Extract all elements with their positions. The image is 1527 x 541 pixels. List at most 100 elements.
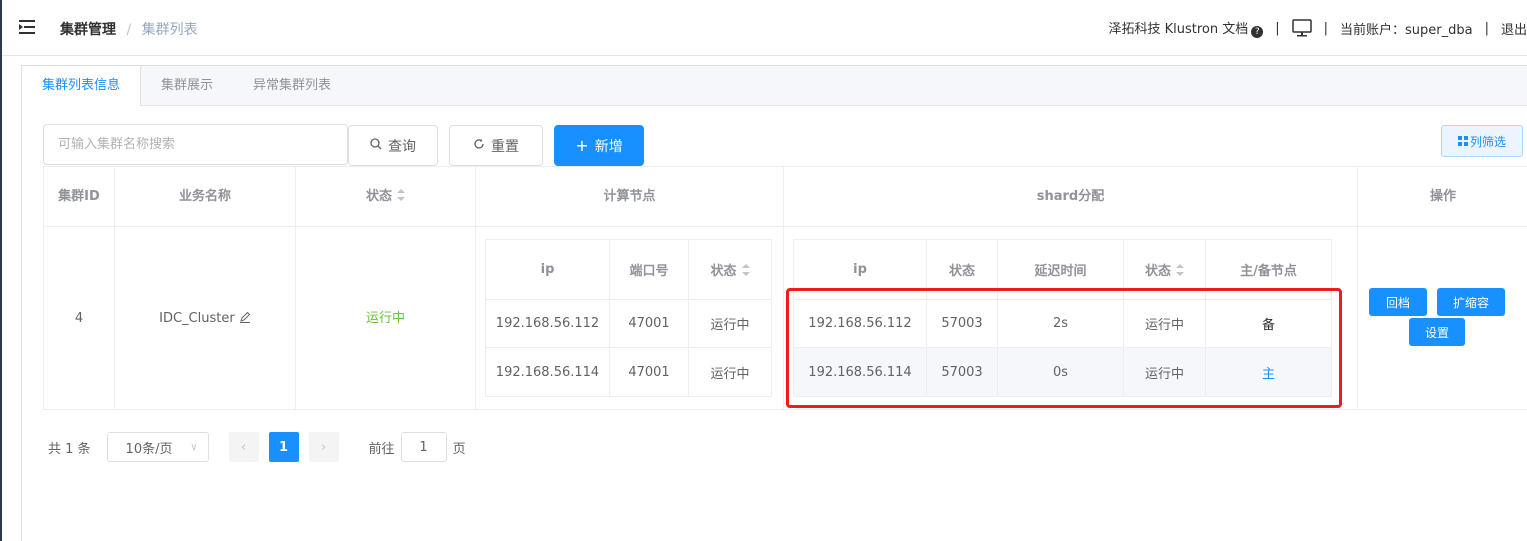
th-actions: 操作 (1358, 167, 1527, 226)
column-filter-label: 列筛选 (1469, 134, 1506, 149)
scale-button[interactable]: 扩缩容 (1437, 288, 1505, 316)
shard-th-run-status[interactable]: 状态 (1124, 240, 1206, 299)
shard-th-status: 状态 (927, 240, 998, 299)
compute-header-row: ip 端口号 状态 (486, 240, 771, 300)
shard-th-run-status-label: 状态 (1144, 264, 1171, 279)
th-business-name-label: 业务名称 (178, 189, 231, 204)
compute-status: 运行中 (710, 318, 750, 333)
shard-status: 运行中 (1124, 348, 1206, 396)
compute-th-ip: ip (486, 240, 610, 299)
shard-table: ip 状态 延迟时间 状态 主/备节点 192.168.56.112 57003… (793, 239, 1332, 397)
refresh-icon (473, 138, 485, 154)
shard-ip: 192.168.56.114 (794, 348, 927, 396)
compute-ip: 192.168.56.112 (486, 300, 610, 347)
sort-icon[interactable] (1176, 263, 1184, 276)
settings-button[interactable]: 设置 (1409, 318, 1465, 346)
prev-page-button[interactable]: ‹ (228, 432, 259, 462)
grid-icon (1457, 136, 1468, 146)
pagination: 共 1 条 10条/页 ∨ ‹ 1 › 前往 页 (48, 432, 466, 462)
shard-ip: 192.168.56.112 (794, 300, 927, 347)
shard-role: 备 (1261, 318, 1275, 333)
shard-delay: 0s (998, 348, 1124, 396)
goto-page-input[interactable] (400, 432, 447, 462)
docs-link[interactable]: 泽拓科技 Klustron 文档? (1108, 18, 1264, 38)
th-shard: shard分配 (784, 167, 1358, 226)
th-business-name: 业务名称 (115, 167, 296, 226)
th-shard-label: shard分配 (1036, 189, 1105, 204)
table-row: 192.168.56.114 47001 运行中 (486, 348, 771, 396)
shard-header-row: ip 状态 延迟时间 状态 主/备节点 (794, 240, 1331, 300)
shard-port: 57003 (927, 300, 998, 347)
shard-delay: 2s (998, 300, 1124, 347)
reset-button[interactable]: 重置 (449, 125, 543, 166)
chevron-right-icon: › (320, 439, 327, 455)
table-row: 192.168.56.114 57003 0s 运行中 主 (794, 348, 1331, 396)
breadcrumb-separator: / (126, 22, 132, 38)
shard-th-role: 主/备节点 (1240, 264, 1297, 279)
header-divider: | (1484, 20, 1489, 36)
docs-link-label: 泽拓科技 Klustron 文档 (1108, 22, 1249, 37)
breadcrumb-item-cluster-management[interactable]: 集群管理 (60, 22, 116, 38)
compute-nodes-table: ip 端口号 状态 192.168.56.112 47001 运行中 192.1… (485, 239, 772, 397)
shard-port: 57003 (927, 348, 998, 396)
goto-suffix: 页 (452, 441, 466, 457)
td-cluster-id: 4 (44, 227, 115, 410)
page-number-button[interactable]: 1 (268, 432, 299, 462)
query-button-label: 查询 (388, 138, 416, 155)
edit-icon[interactable] (239, 311, 251, 323)
shard-status: 运行中 (1124, 300, 1206, 347)
tab-cluster-display[interactable]: 集群展示 (141, 66, 233, 105)
compute-th-port: 端口号 (610, 240, 689, 299)
shard-th-ip: ip (794, 240, 927, 299)
add-button[interactable]: + 新增 (554, 125, 644, 166)
compute-port: 47001 (610, 300, 689, 347)
compute-ip: 192.168.56.114 (486, 348, 610, 396)
cluster-id-value: 4 (74, 311, 84, 326)
compute-th-status[interactable]: 状态 (689, 240, 771, 299)
compute-port: 47001 (610, 348, 689, 396)
sort-icon[interactable] (397, 189, 405, 201)
menu-fold-icon[interactable] (18, 18, 36, 36)
table-header: 集群ID 业务名称 状态 计算节点 shard分配 操作 (44, 167, 1527, 227)
cluster-search-input[interactable] (43, 124, 348, 165)
monitor-icon[interactable] (1291, 19, 1312, 37)
add-button-label: 新增 (594, 138, 623, 155)
th-status[interactable]: 状态 (296, 167, 476, 226)
column-filter-button[interactable]: 列筛选 (1441, 125, 1523, 157)
sort-icon[interactable] (741, 263, 750, 276)
reset-button-label: 重置 (491, 138, 519, 155)
chevron-down-icon: ∨ (190, 441, 198, 453)
th-status-label: 状态 (365, 189, 392, 204)
page-size-select[interactable]: 10条/页 ∨ (106, 432, 209, 462)
cluster-status-value: 运行中 (365, 311, 405, 326)
page-size-value: 10条/页 (125, 441, 173, 457)
th-compute-nodes-label: 计算节点 (603, 189, 656, 204)
tab-bar: 集群列表信息 集群展示 异常集群列表 (22, 66, 1527, 106)
header-divider: | (1323, 20, 1329, 36)
query-button[interactable]: 查询 (348, 125, 438, 166)
chevron-left-icon: ‹ (240, 439, 247, 455)
tab-cluster-list-info[interactable]: 集群列表信息 (22, 66, 142, 106)
breadcrumb-item-cluster-list: 集群列表 (141, 22, 198, 38)
plus-icon: + (575, 136, 589, 155)
pagination-total: 共 1 条 (48, 441, 91, 457)
business-name-value: IDC_Cluster (159, 311, 235, 326)
search-icon (370, 137, 382, 154)
th-compute-nodes: 计算节点 (476, 167, 784, 226)
table-row: 192.168.56.112 57003 2s 运行中 备 (794, 300, 1331, 348)
shard-role: 主 (1261, 366, 1275, 382)
tab-abnormal-cluster-list[interactable]: 异常集群列表 (233, 66, 351, 105)
td-status: 运行中 (296, 227, 476, 410)
shard-th-delay: 延迟时间 (998, 240, 1124, 299)
left-edge-rule (0, 0, 2, 541)
breadcrumb: 集群管理 / 集群列表 (60, 19, 198, 39)
next-page-button[interactable]: › (308, 432, 339, 462)
logout-link[interactable]: 退出 (1501, 19, 1527, 38)
td-business-name: IDC_Cluster (115, 227, 296, 410)
rollback-button[interactable]: 回档 (1369, 288, 1427, 316)
table-row: 192.168.56.112 47001 运行中 (486, 300, 771, 348)
account-label: 当前账户：super_dba (1340, 22, 1473, 38)
help-icon: ? (1251, 26, 1264, 38)
compute-status: 运行中 (710, 366, 750, 382)
th-actions-label: 操作 (1429, 189, 1456, 204)
